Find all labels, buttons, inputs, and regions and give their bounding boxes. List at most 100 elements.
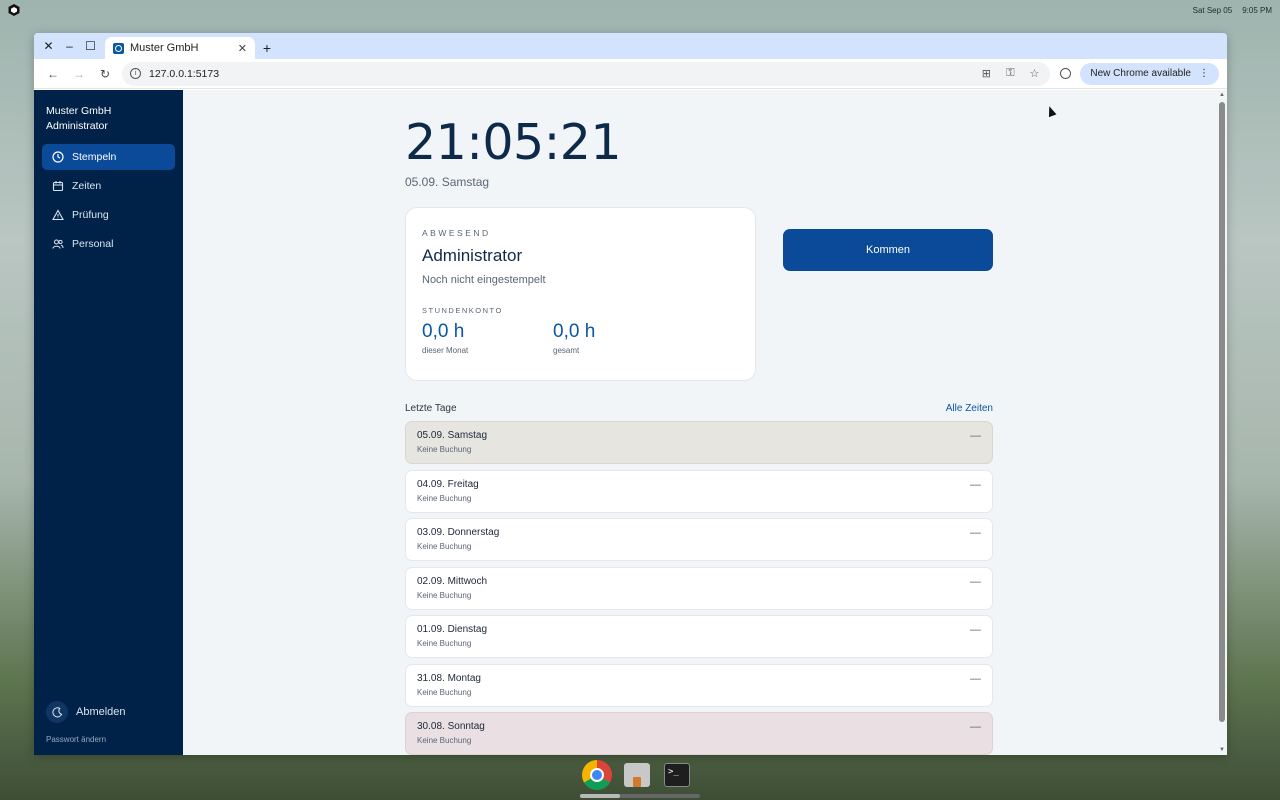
stempeln-content: 21:05:21 05.09. Samstag ABWESEND Adminis… xyxy=(405,90,993,755)
logout-button[interactable]: Abmelden xyxy=(46,701,126,723)
chrome-icon xyxy=(582,760,612,790)
sidebar-nav: Stempeln Zeiten Prüfung Personal xyxy=(34,144,183,257)
users-icon xyxy=(52,238,64,250)
sidebar-item-personal[interactable]: Personal xyxy=(42,231,175,257)
day-date: 31.08. Montag xyxy=(417,672,481,684)
day-row[interactable]: 05.09. Samstag Keine Buchung — xyxy=(405,421,993,464)
day-status: Keine Buchung xyxy=(417,445,472,454)
day-hours: — xyxy=(970,430,981,442)
day-status: Keine Buchung xyxy=(417,639,472,648)
day-date: 30.08. Sonntag xyxy=(417,721,485,732)
month-hours-caption: dieser Monat xyxy=(422,346,469,355)
live-clock: 21:05:21 xyxy=(405,114,622,171)
all-times-link[interactable]: Alle Zeiten xyxy=(946,403,993,414)
day-hours: — xyxy=(970,721,981,733)
day-row[interactable]: 03.09. Donnerstag Keine Buchung — xyxy=(405,518,993,561)
day-row[interactable]: 02.09. Mittwoch Keine Buchung — xyxy=(405,566,993,610)
browser-toolbar: ← → ↻ i 127.0.0.1:5173 ⊞ ⚿ ☆ New Chrome … xyxy=(34,59,1227,89)
system-top-bar: Sat Sep 05 9:05 PM xyxy=(0,0,1280,20)
terminal-icon: >_ xyxy=(664,763,690,787)
day-status: Keine Buchung xyxy=(417,590,472,600)
sidebar-item-label: Personal xyxy=(72,238,114,250)
tab-close-icon[interactable]: ✕ xyxy=(238,42,247,55)
url-text[interactable]: 127.0.0.1:5173 xyxy=(149,68,970,80)
forward-arrow-icon[interactable]: → xyxy=(68,63,90,85)
moon-icon[interactable] xyxy=(46,701,68,723)
reload-icon[interactable]: ↻ xyxy=(94,63,116,85)
day-status: Keine Buchung xyxy=(417,542,472,551)
dock-indicator xyxy=(580,794,700,798)
employee-name: Administrator xyxy=(422,246,523,265)
tab-bar: ✕ – ☐ Muster GmbH ✕ + xyxy=(34,33,1227,59)
more-menu-icon[interactable]: ⋮ xyxy=(1199,68,1209,79)
app-container: Muster GmbH Administrator Stempeln Zeite… xyxy=(34,90,1227,755)
day-row[interactable]: 31.08. Montag Keine Buchung — xyxy=(405,663,993,707)
back-arrow-icon[interactable]: ← xyxy=(42,63,64,85)
sidebar: Muster GmbH Administrator Stempeln Zeite… xyxy=(34,90,183,755)
site-info-icon[interactable]: i xyxy=(130,68,141,79)
address-bar[interactable]: i 127.0.0.1:5173 ⊞ ⚿ ☆ xyxy=(122,61,1051,86)
warning-icon xyxy=(52,209,64,221)
day-row[interactable]: 30.08. Sonntag Keine Buchung — xyxy=(405,712,993,755)
chrome-update-button[interactable]: New Chrome available ⋮ xyxy=(1080,62,1219,85)
month-hours: 0,0 h dieser Monat xyxy=(422,321,553,355)
main-area: 21:05:21 05.09. Samstag ABWESEND Adminis… xyxy=(183,90,1227,755)
current-date: 05.09. Samstag xyxy=(405,175,490,189)
month-hours-value: 0,0 h xyxy=(422,321,465,342)
day-status: Keine Buchung xyxy=(417,736,472,745)
profile-icon[interactable] xyxy=(1054,63,1076,85)
day-date: 05.09. Samstag xyxy=(417,430,488,441)
password-key-icon[interactable]: ⚿ xyxy=(1002,67,1018,80)
day-status: Keine Buchung xyxy=(417,493,472,503)
calendar-icon xyxy=(52,180,64,192)
day-status: Keine Buchung xyxy=(417,687,472,697)
system-time: 9:05 PM xyxy=(1242,5,1272,15)
day-date: 02.09. Mittwoch xyxy=(417,575,488,587)
translate-icon[interactable]: ⊞ xyxy=(978,67,994,80)
day-list: 05.09. Samstag Keine Buchung — 04.09. Fr… xyxy=(405,421,993,755)
clock-in-button[interactable]: Kommen xyxy=(783,229,993,271)
tab-title: Muster GmbH xyxy=(130,42,199,54)
day-date: 03.09. Donnerstag xyxy=(417,527,500,538)
sidebar-item-label: Zeiten xyxy=(72,180,102,192)
dock-files[interactable] xyxy=(622,760,652,790)
system-clock[interactable]: Sat Sep 05 9:05 PM xyxy=(1193,6,1272,15)
system-logo-icon[interactable] xyxy=(8,4,20,16)
hours-account-values: 0,0 h dieser Monat 0,0 h gesamt xyxy=(422,321,739,355)
maximize-window-icon[interactable]: ☐ xyxy=(80,33,101,59)
clock-favicon-icon xyxy=(113,42,124,54)
system-date: Sat Sep 05 xyxy=(1192,5,1233,15)
logout-label: Abmelden xyxy=(76,706,126,718)
day-date: 04.09. Freitag xyxy=(417,478,479,490)
bookmark-star-icon[interactable]: ☆ xyxy=(1026,67,1042,80)
hours-account-label: STUNDENKONTO xyxy=(422,306,503,315)
dock-chrome[interactable] xyxy=(582,760,612,790)
scroll-up-icon[interactable]: ▲ xyxy=(1219,92,1225,98)
sidebar-item-label: Stempeln xyxy=(72,151,117,163)
scroll-down-icon[interactable]: ▼ xyxy=(1219,747,1225,753)
user-role: Administrator xyxy=(46,120,108,132)
page-scrollbar[interactable]: ▲ ▼ xyxy=(1217,90,1227,755)
day-row[interactable]: 01.09. Dienstag Keine Buchung — xyxy=(405,615,993,658)
sidebar-item-pruefung[interactable]: Prüfung xyxy=(42,202,175,228)
dock-terminal[interactable]: >_ xyxy=(662,760,692,790)
minimize-window-icon[interactable]: – xyxy=(59,33,80,59)
new-tab-button[interactable]: + xyxy=(255,37,279,59)
files-icon xyxy=(624,763,650,787)
chrome-update-label: New Chrome available xyxy=(1090,68,1191,79)
sidebar-item-stempeln[interactable]: Stempeln xyxy=(42,144,175,170)
sidebar-item-zeiten[interactable]: Zeiten xyxy=(42,173,175,199)
day-hours: — xyxy=(970,478,981,491)
day-hours: — xyxy=(970,527,981,539)
scrollbar-thumb[interactable] xyxy=(1219,102,1225,722)
day-date: 01.09. Dienstag xyxy=(417,624,488,635)
total-hours-value: 0,0 h xyxy=(553,321,596,342)
browser-tab[interactable]: Muster GmbH ✕ xyxy=(105,37,255,59)
clock-icon xyxy=(52,151,64,163)
close-window-icon[interactable]: ✕ xyxy=(38,33,59,59)
change-password-link[interactable]: Passwort ändern xyxy=(46,735,106,744)
clock-in-status: Noch nicht eingestempelt xyxy=(422,274,546,286)
status-card: ABWESEND Administrator Noch nicht einges… xyxy=(405,207,756,381)
day-hours: — xyxy=(970,672,981,685)
day-row[interactable]: 04.09. Freitag Keine Buchung — xyxy=(405,469,993,513)
